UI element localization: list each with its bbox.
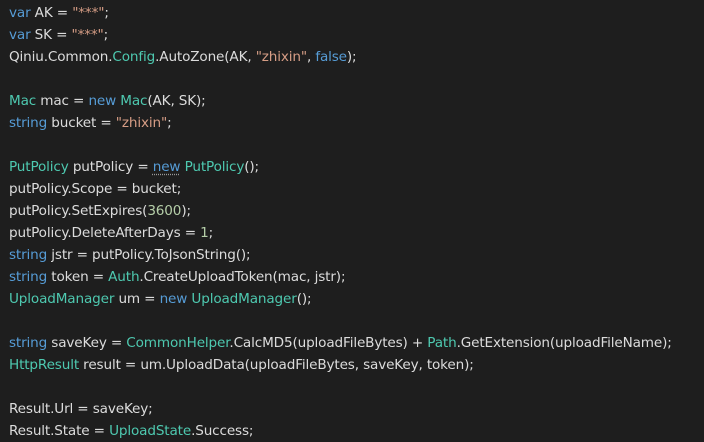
code-line[interactable]: PutPolicy putPolicy = new PutPolicy(); — [0, 156, 704, 178]
keyword-token: string — [9, 269, 48, 285]
code-text: .AutoZone(AK, — [155, 49, 256, 65]
code-text: AK = — [30, 5, 73, 21]
type-token: UploadManager — [191, 291, 297, 307]
code-line[interactable]: putPolicy.Scope = bucket; — [0, 178, 704, 200]
code-line[interactable]: HttpResult result = um.UploadData(upload… — [0, 354, 704, 376]
code-line[interactable]: var AK = "***"; — [0, 2, 704, 24]
code-text: mac = — [36, 93, 89, 109]
code-line[interactable]: Result.State = UploadState.Success; — [0, 420, 704, 442]
code-line[interactable] — [0, 134, 704, 156]
code-text: result = um.UploadData(uploadFileBytes, … — [79, 357, 474, 373]
type-token: PutPolicy — [184, 159, 245, 175]
type-token: Mac — [9, 93, 37, 109]
code-text: putPolicy.SetExpires( — [9, 203, 148, 219]
keyword-token: new — [88, 93, 117, 109]
type-token: UploadState — [109, 423, 192, 439]
code-line[interactable]: string token = Auth.CreateUploadToken(ma… — [0, 266, 704, 288]
code-text: putPolicy.DeleteAfterDays = — [9, 225, 201, 241]
type-token: Auth — [108, 269, 140, 285]
type-token: Mac — [120, 93, 148, 109]
code-line[interactable] — [0, 68, 704, 90]
code-text: Result.Url = saveKey; — [9, 401, 153, 417]
keyword-token: string — [9, 247, 48, 263]
number-token: 1 — [200, 225, 209, 241]
code-line[interactable]: string saveKey = CommonHelper.CalcMD5(up… — [0, 332, 704, 354]
code-line[interactable]: UploadManager um = new UploadManager(); — [0, 288, 704, 310]
code-line[interactable]: Mac mac = new Mac(AK, SK); — [0, 90, 704, 112]
string-token: "***" — [72, 5, 105, 21]
string-token: "zhixin" — [255, 49, 307, 65]
code-line[interactable]: string jstr = putPolicy.ToJsonString(); — [0, 244, 704, 266]
number-token: 3600 — [147, 203, 182, 219]
code-line[interactable] — [0, 310, 704, 332]
code-editor[interactable]: var AK = "***"; var SK = "***"; Qiniu.Comm… — [0, 0, 704, 442]
code-line[interactable]: putPolicy.SetExpires(3600); — [0, 200, 704, 222]
keyword-token-squiggle: new — [152, 159, 181, 175]
code-text: token = — [47, 269, 109, 285]
type-token: CommonHelper — [126, 335, 230, 351]
keyword-token: var — [9, 27, 31, 43]
code-text: .CreateUploadToken(mac, jstr); — [139, 269, 346, 285]
code-line[interactable]: Result.Url = saveKey; — [0, 398, 704, 420]
type-token: HttpResult — [9, 357, 80, 373]
code-line[interactable]: var SK = "***"; — [0, 24, 704, 46]
code-text: jstr = putPolicy.ToJsonString(); — [47, 247, 251, 263]
code-text: saveKey = — [47, 335, 127, 351]
keyword-token: string — [9, 115, 48, 131]
code-text: putPolicy.Scope = bucket; — [9, 181, 182, 197]
code-text: SK = — [30, 27, 72, 43]
code-text: ; — [208, 225, 214, 241]
code-text: .GetExtension(uploadFileName); — [456, 335, 672, 351]
code-text: .CalcMD5(uploadFileBytes) + — [229, 335, 428, 351]
code-text: ; — [167, 115, 172, 131]
type-token: UploadManager — [9, 291, 115, 307]
type-token: Config — [112, 49, 156, 65]
type-token: Path — [427, 335, 457, 351]
code-line[interactable] — [0, 376, 704, 398]
code-line[interactable]: putPolicy.DeleteAfterDays = 1; — [0, 222, 704, 244]
code-line[interactable]: Qiniu.Common.Config.AutoZone(AK, "zhixin… — [0, 46, 704, 68]
code-text: ; — [104, 5, 109, 21]
type-token: PutPolicy — [9, 159, 69, 175]
code-text: um = — [114, 291, 160, 307]
keyword-token: string — [9, 335, 48, 351]
code-text: bucket = — [47, 115, 116, 131]
keyword-token: var — [9, 5, 31, 21]
code-text: (); — [296, 291, 312, 307]
code-text: Result.State = — [9, 423, 110, 439]
string-token: "***" — [71, 27, 104, 43]
code-line[interactable]: string bucket = "zhixin"; — [0, 112, 704, 134]
string-token: "zhixin" — [115, 115, 168, 131]
keyword-token: new — [159, 291, 188, 307]
code-text: ); — [181, 203, 191, 219]
code-text: .Success; — [191, 423, 254, 439]
keyword-token: false — [315, 49, 347, 65]
code-text: Qiniu.Common. — [9, 49, 113, 65]
code-text: ); — [346, 49, 357, 65]
code-text: (); — [244, 159, 259, 175]
code-text: putPolicy = — [68, 159, 153, 175]
code-text: ; — [103, 27, 109, 43]
code-text: (AK, SK); — [147, 93, 206, 109]
